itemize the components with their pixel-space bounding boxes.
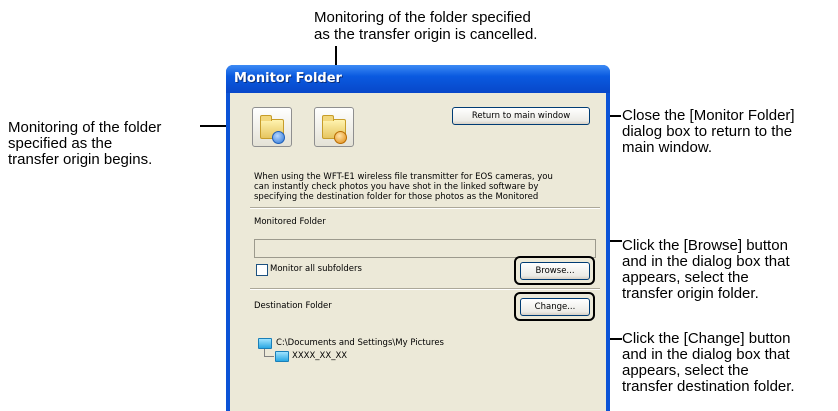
stop-badge-icon (334, 131, 347, 144)
callout-change: Click the [Change] button and in the dia… (622, 330, 795, 395)
monitor-subfolders-checkbox[interactable] (256, 264, 268, 276)
callout-start-monitoring: Monitoring of the folder specified as th… (8, 119, 162, 168)
stop-monitoring-button[interactable] (314, 107, 354, 147)
start-monitoring-button[interactable] (252, 107, 292, 147)
tree-root-item[interactable]: C:\Documents and Settings\My Pictures (276, 338, 444, 348)
destination-folder-tree[interactable]: C:\Documents and Settings\My Pictures XX… (254, 328, 594, 408)
change-highlight-ring (514, 292, 595, 321)
divider-2 (250, 288, 600, 290)
description-line-3: specifying the destination folder for th… (254, 192, 539, 202)
callout-return: Close the [Monitor Folder] dialog box to… (622, 107, 795, 156)
dialog-title: Monitor Folder (234, 71, 342, 86)
description-line-2: can instantly check photos you have shot… (254, 182, 539, 192)
dialog-titlebar: Monitor Folder (226, 65, 610, 93)
browse-highlight-ring (514, 256, 595, 285)
dialog-client-area: Return to main window When using the WFT… (230, 93, 606, 411)
callout-browse: Click the [Browse] button and in the dia… (622, 237, 790, 302)
start-badge-icon (272, 131, 285, 144)
child-folder-icon (275, 351, 289, 362)
tree-child-item[interactable]: XXXX_XX_XX (292, 351, 347, 361)
monitored-folder-label: Monitored Folder (254, 217, 326, 227)
destination-folder-label: Destination Folder (254, 301, 332, 311)
tree-connector-h (264, 356, 274, 357)
divider-1 (250, 207, 600, 209)
monitor-subfolders-label: Monitor all subfolders (270, 264, 362, 274)
callout-stop-monitoring: Monitoring of the folder specified as th… (314, 9, 538, 43)
return-to-main-button[interactable]: Return to main window (452, 107, 590, 125)
root-folder-icon (258, 338, 272, 349)
description-line-1: When using the WFT-E1 wireless file tran… (254, 172, 553, 182)
monitor-folder-dialog: Monitor Folder Return to main window Whe… (226, 65, 610, 411)
